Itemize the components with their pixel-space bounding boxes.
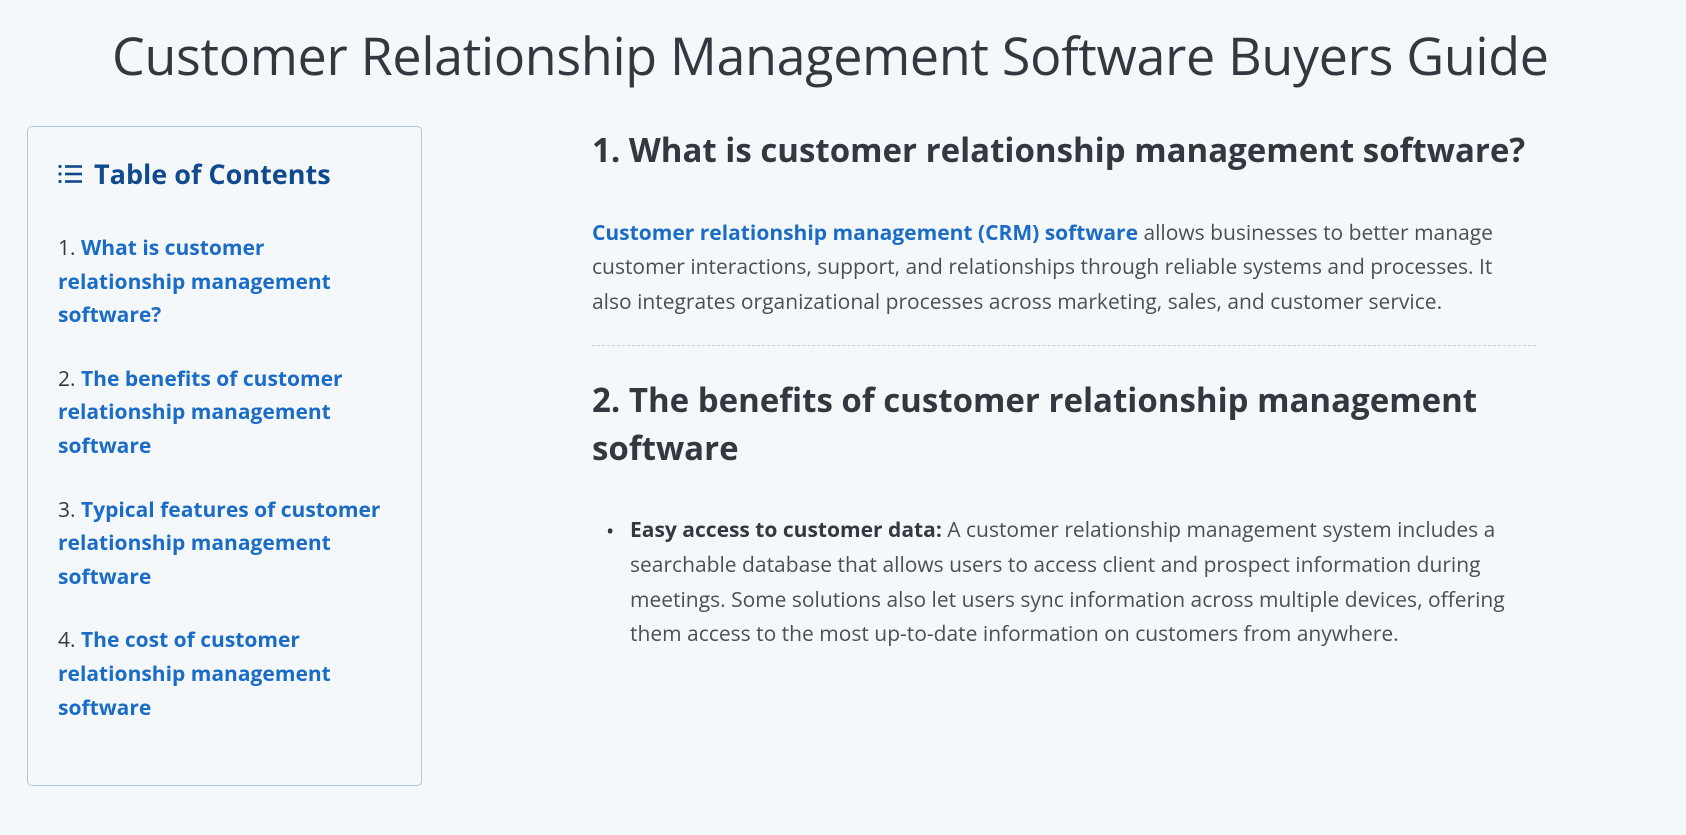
toc-item-number: 1. — [58, 234, 76, 262]
benefits-list: Easy access to customer data: A customer… — [592, 513, 1536, 652]
benefit-item-1: Easy access to customer data: A customer… — [630, 513, 1536, 652]
crm-software-link[interactable]: Customer relationship management (CRM) s… — [592, 219, 1138, 247]
toc-item-1: 1. What is customer relationship managem… — [58, 232, 391, 333]
toc-item-2: 2. The benefits of customer relationship… — [58, 363, 391, 464]
toc-link-2[interactable]: The benefits of customer relationship ma… — [58, 365, 343, 460]
section-1-text: Customer relationship management (CRM) s… — [592, 216, 1536, 320]
main-content: 1. What is customer relationship managem… — [422, 126, 1606, 786]
section-1: 1. What is customer relationship managem… — [592, 126, 1536, 320]
toc-title: Table of Contents — [94, 155, 331, 192]
toc-sidebar: Table of Contents 1. What is customer re… — [27, 126, 422, 786]
section-1-heading: 1. What is customer relationship managem… — [592, 126, 1536, 174]
toc-link-4[interactable]: The cost of customer relationship manage… — [58, 626, 331, 721]
section-divider — [592, 345, 1536, 346]
toc-header: Table of Contents — [58, 155, 391, 192]
toc-link-1[interactable]: What is customer relationship management… — [58, 234, 331, 329]
toc-item-number: 3. — [58, 496, 76, 524]
content-wrapper: Table of Contents 1. What is customer re… — [0, 126, 1686, 786]
toc-item-4: 4. The cost of customer relationship man… — [58, 624, 391, 725]
page-title: Customer Relationship Management Softwar… — [0, 0, 1686, 126]
section-2-heading: 2. The benefits of customer relationship… — [592, 376, 1536, 472]
toc-item-3: 3. Typical features of customer relation… — [58, 494, 391, 595]
toc-item-number: 2. — [58, 365, 76, 393]
toc-list: 1. What is customer relationship managem… — [58, 232, 391, 725]
benefit-1-label: Easy access to customer data: — [630, 516, 942, 544]
toc-item-number: 4. — [58, 626, 76, 654]
section-2: 2. The benefits of customer relationship… — [592, 376, 1536, 652]
list-icon — [58, 164, 82, 184]
toc-link-3[interactable]: Typical features of customer relationshi… — [58, 496, 380, 591]
